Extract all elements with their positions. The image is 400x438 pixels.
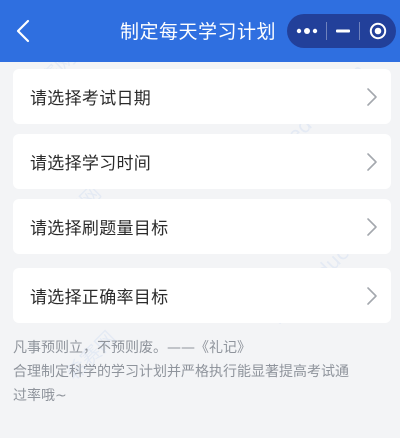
minimize-icon	[335, 29, 350, 33]
option-accuracy-goal[interactable]: 请选择正确率目标	[13, 268, 391, 323]
chevron-right-icon	[367, 218, 377, 236]
option-label: 请选择学习时间	[30, 154, 152, 174]
option-label: 请选择考试日期	[30, 89, 152, 109]
more-dots-icon	[296, 28, 317, 34]
description-line: 合理制定科学的学习计划并严格执行能显著提高考试通	[13, 364, 349, 380]
close-button[interactable]	[360, 14, 396, 48]
page-title: 制定每天学习计划	[120, 21, 277, 43]
target-close-icon	[369, 22, 387, 40]
more-button[interactable]	[287, 14, 326, 48]
chevron-right-icon	[367, 88, 377, 106]
mini-program-capsule	[287, 14, 396, 48]
option-exam-date[interactable]: 请选择考试日期	[13, 69, 391, 124]
chevron-right-icon	[367, 287, 377, 305]
description-line: 过率哦~	[13, 388, 67, 404]
option-label: 请选择刷题量目标	[30, 219, 169, 239]
quote-text: 凡事预则立，不预则废。——《礼记》	[13, 340, 251, 356]
back-button[interactable]	[6, 12, 40, 50]
nav-header: 制定每天学习计划	[0, 0, 400, 62]
minimize-button[interactable]	[327, 14, 358, 48]
chevron-right-icon	[367, 153, 377, 171]
option-study-time[interactable]: 请选择学习时间	[13, 134, 391, 189]
option-question-goal[interactable]: 请选择刷题量目标	[13, 199, 391, 254]
chevron-left-icon	[16, 19, 30, 43]
option-label: 请选择正确率目标	[30, 288, 169, 308]
